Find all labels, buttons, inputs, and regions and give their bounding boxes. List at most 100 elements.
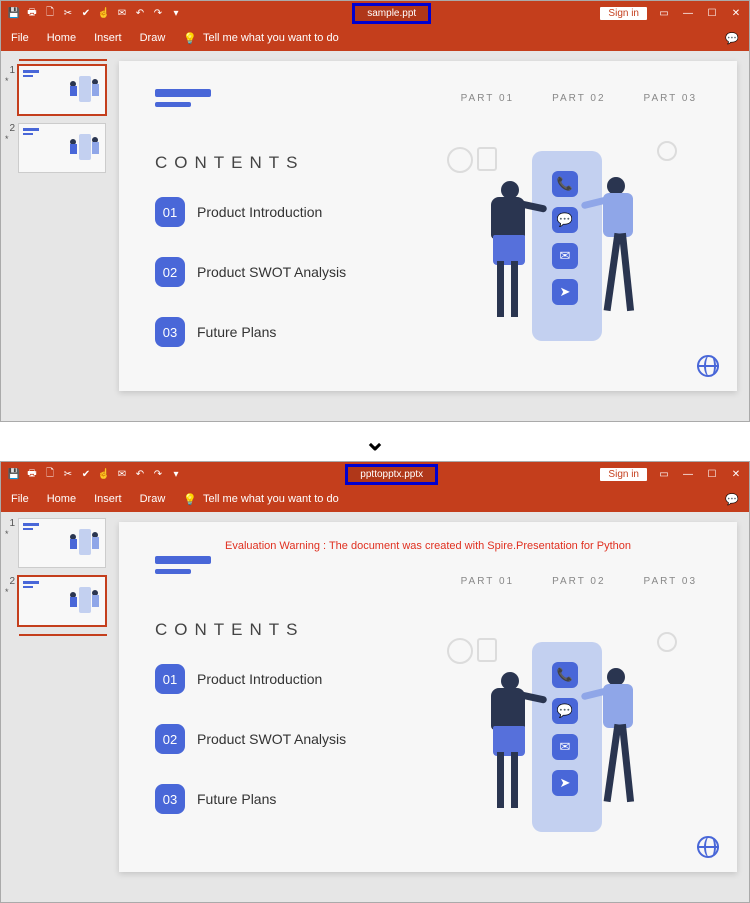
toc-text: Future Plans — [197, 324, 276, 340]
thumb-anim-icon: * — [5, 529, 15, 539]
share-icon[interactable]: 💬 — [725, 493, 739, 506]
phone-app-icon: 📞 — [552, 171, 578, 197]
menu-home[interactable]: Home — [47, 32, 76, 44]
thumb-selection-indicator — [19, 59, 107, 61]
part-link[interactable]: PART 03 — [644, 93, 697, 104]
qat-more-icon[interactable]: ▾ — [169, 6, 183, 20]
share-icon[interactable]: 💬 — [725, 32, 739, 45]
logo-placeholder — [155, 556, 701, 574]
tell-me-search[interactable]: 💡 Tell me what you want to do — [183, 493, 338, 506]
slide-thumb-1[interactable] — [18, 518, 106, 568]
nav-parts: PART 01 PART 02 PART 03 — [461, 576, 697, 587]
part-link[interactable]: PART 01 — [461, 93, 514, 104]
slide-illustration: 📞 💬 ✉ ➤ — [407, 141, 707, 361]
lightbulb-icon: 💡 — [183, 32, 197, 45]
undo-icon[interactable]: ↶ — [133, 467, 147, 481]
touch-icon[interactable]: ☝ — [97, 6, 111, 20]
menu-home[interactable]: Home — [47, 493, 76, 505]
minimize-icon[interactable]: — — [681, 6, 695, 20]
redo-icon[interactable]: ↷ — [151, 467, 165, 481]
toc-number: 03 — [155, 784, 185, 814]
spellcheck-icon[interactable]: ✔ — [79, 467, 93, 481]
thumb-anim-icon: * — [5, 134, 15, 144]
print-icon[interactable]: 🖶 — [25, 467, 39, 481]
new-icon[interactable]: 🗋 — [43, 6, 57, 20]
slide-thumb-1[interactable] — [18, 65, 106, 115]
workspace: 1 * 2 * Ev — [1, 512, 749, 902]
undo-icon[interactable]: ↶ — [133, 6, 147, 20]
powerpoint-window-bottom: 💾 🖶 🗋 ✂ ✔ ☝ ✉ ↶ ↷ ▾ ppttopptx.pptx Sign … — [0, 461, 750, 903]
sign-in-button[interactable]: Sign in — [600, 7, 647, 20]
toc-number: 01 — [155, 664, 185, 694]
toc-number: 02 — [155, 724, 185, 754]
slide-thumbnails: 1 * 2 * — [1, 512, 111, 902]
ribbon-options-icon[interactable]: ▭ — [657, 6, 671, 20]
toc-text: Product SWOT Analysis — [197, 264, 346, 280]
menu-bar: File Home Insert Draw 💡 Tell me what you… — [1, 25, 749, 51]
menu-file[interactable]: File — [11, 32, 29, 44]
cut-icon[interactable]: ✂ — [61, 467, 75, 481]
save-icon[interactable]: 💾 — [7, 467, 21, 481]
slide-editor[interactable]: PART 01 PART 02 PART 03 CONTENTS 01 Prod… — [111, 51, 749, 421]
quick-access-toolbar: 💾 🖶 🗋 ✂ ✔ ☝ ✉ ↶ ↷ ▾ — [7, 467, 183, 481]
menu-insert[interactable]: Insert — [94, 493, 122, 505]
chat-app-icon: 💬 — [552, 207, 578, 233]
thumb-selection-indicator — [19, 634, 107, 636]
slide-canvas[interactable]: Evaluation Warning : The document was cr… — [119, 522, 737, 872]
phone-app-icon: 📞 — [552, 662, 578, 688]
menu-bar: File Home Insert Draw 💡 Tell me what you… — [1, 486, 749, 512]
slide-thumb-2[interactable] — [18, 123, 106, 173]
cut-icon[interactable]: ✂ — [61, 6, 75, 20]
spellcheck-icon[interactable]: ✔ — [79, 6, 93, 20]
ribbon-options-icon[interactable]: ▭ — [657, 467, 671, 481]
menu-insert[interactable]: Insert — [94, 32, 122, 44]
toc-number: 02 — [155, 257, 185, 287]
part-link[interactable]: PART 03 — [644, 576, 697, 587]
slide-thumb-2[interactable] — [18, 576, 106, 626]
mail-app-icon: ✉ — [552, 734, 578, 760]
new-icon[interactable]: 🗋 — [43, 467, 57, 481]
send-app-icon: ➤ — [552, 279, 578, 305]
email-icon[interactable]: ✉ — [115, 6, 129, 20]
title-bar: 💾 🖶 🗋 ✂ ✔ ☝ ✉ ↶ ↷ ▾ ppttopptx.pptx Sign … — [1, 462, 749, 486]
thumb-anim-icon: * — [5, 76, 15, 86]
quick-access-toolbar: 💾 🖶 🗋 ✂ ✔ ☝ ✉ ↶ ↷ ▾ — [7, 6, 183, 20]
title-bar: 💾 🖶 🗋 ✂ ✔ ☝ ✉ ↶ ↷ ▾ sample.ppt Sign in ▭… — [1, 1, 749, 25]
tell-me-search[interactable]: 💡 Tell me what you want to do — [183, 32, 338, 45]
touch-icon[interactable]: ☝ — [97, 467, 111, 481]
mail-app-icon: ✉ — [552, 243, 578, 269]
minimize-icon[interactable]: — — [681, 467, 695, 481]
maximize-icon[interactable]: ☐ — [705, 6, 719, 20]
menu-draw[interactable]: Draw — [140, 493, 166, 505]
conversion-arrow-icon: ⌄ — [0, 422, 750, 461]
toc-text: Product Introduction — [197, 671, 322, 687]
thumb-number: 2 — [5, 576, 15, 587]
slide-thumbnails: 1 * 2 * — [1, 51, 111, 421]
thumb-anim-icon: * — [5, 587, 15, 597]
qat-more-icon[interactable]: ▾ — [169, 467, 183, 481]
menu-draw[interactable]: Draw — [140, 32, 166, 44]
thumb-number: 1 — [5, 65, 15, 76]
sign-in-button[interactable]: Sign in — [600, 468, 647, 481]
email-icon[interactable]: ✉ — [115, 467, 129, 481]
toc-text: Future Plans — [197, 791, 276, 807]
slide-editor[interactable]: Evaluation Warning : The document was cr… — [111, 512, 749, 902]
part-link[interactable]: PART 01 — [461, 576, 514, 587]
powerpoint-window-top: 💾 🖶 🗋 ✂ ✔ ☝ ✉ ↶ ↷ ▾ sample.ppt Sign in ▭… — [0, 0, 750, 422]
save-icon[interactable]: 💾 — [7, 6, 21, 20]
nav-parts: PART 01 PART 02 PART 03 — [461, 93, 697, 104]
print-icon[interactable]: 🖶 — [25, 6, 39, 20]
close-icon[interactable]: ✕ — [729, 467, 743, 481]
slide-canvas[interactable]: PART 01 PART 02 PART 03 CONTENTS 01 Prod… — [119, 61, 737, 391]
close-icon[interactable]: ✕ — [729, 6, 743, 20]
window-title: ppttopptx.pptx — [345, 464, 438, 485]
window-title: sample.ppt — [352, 3, 431, 24]
thumb-number: 1 — [5, 518, 15, 529]
redo-icon[interactable]: ↷ — [151, 6, 165, 20]
menu-file[interactable]: File — [11, 493, 29, 505]
thumb-number: 2 — [5, 123, 15, 134]
part-link[interactable]: PART 02 — [552, 93, 605, 104]
part-link[interactable]: PART 02 — [552, 576, 605, 587]
maximize-icon[interactable]: ☐ — [705, 467, 719, 481]
workspace: 1 * 2 * — [1, 51, 749, 421]
